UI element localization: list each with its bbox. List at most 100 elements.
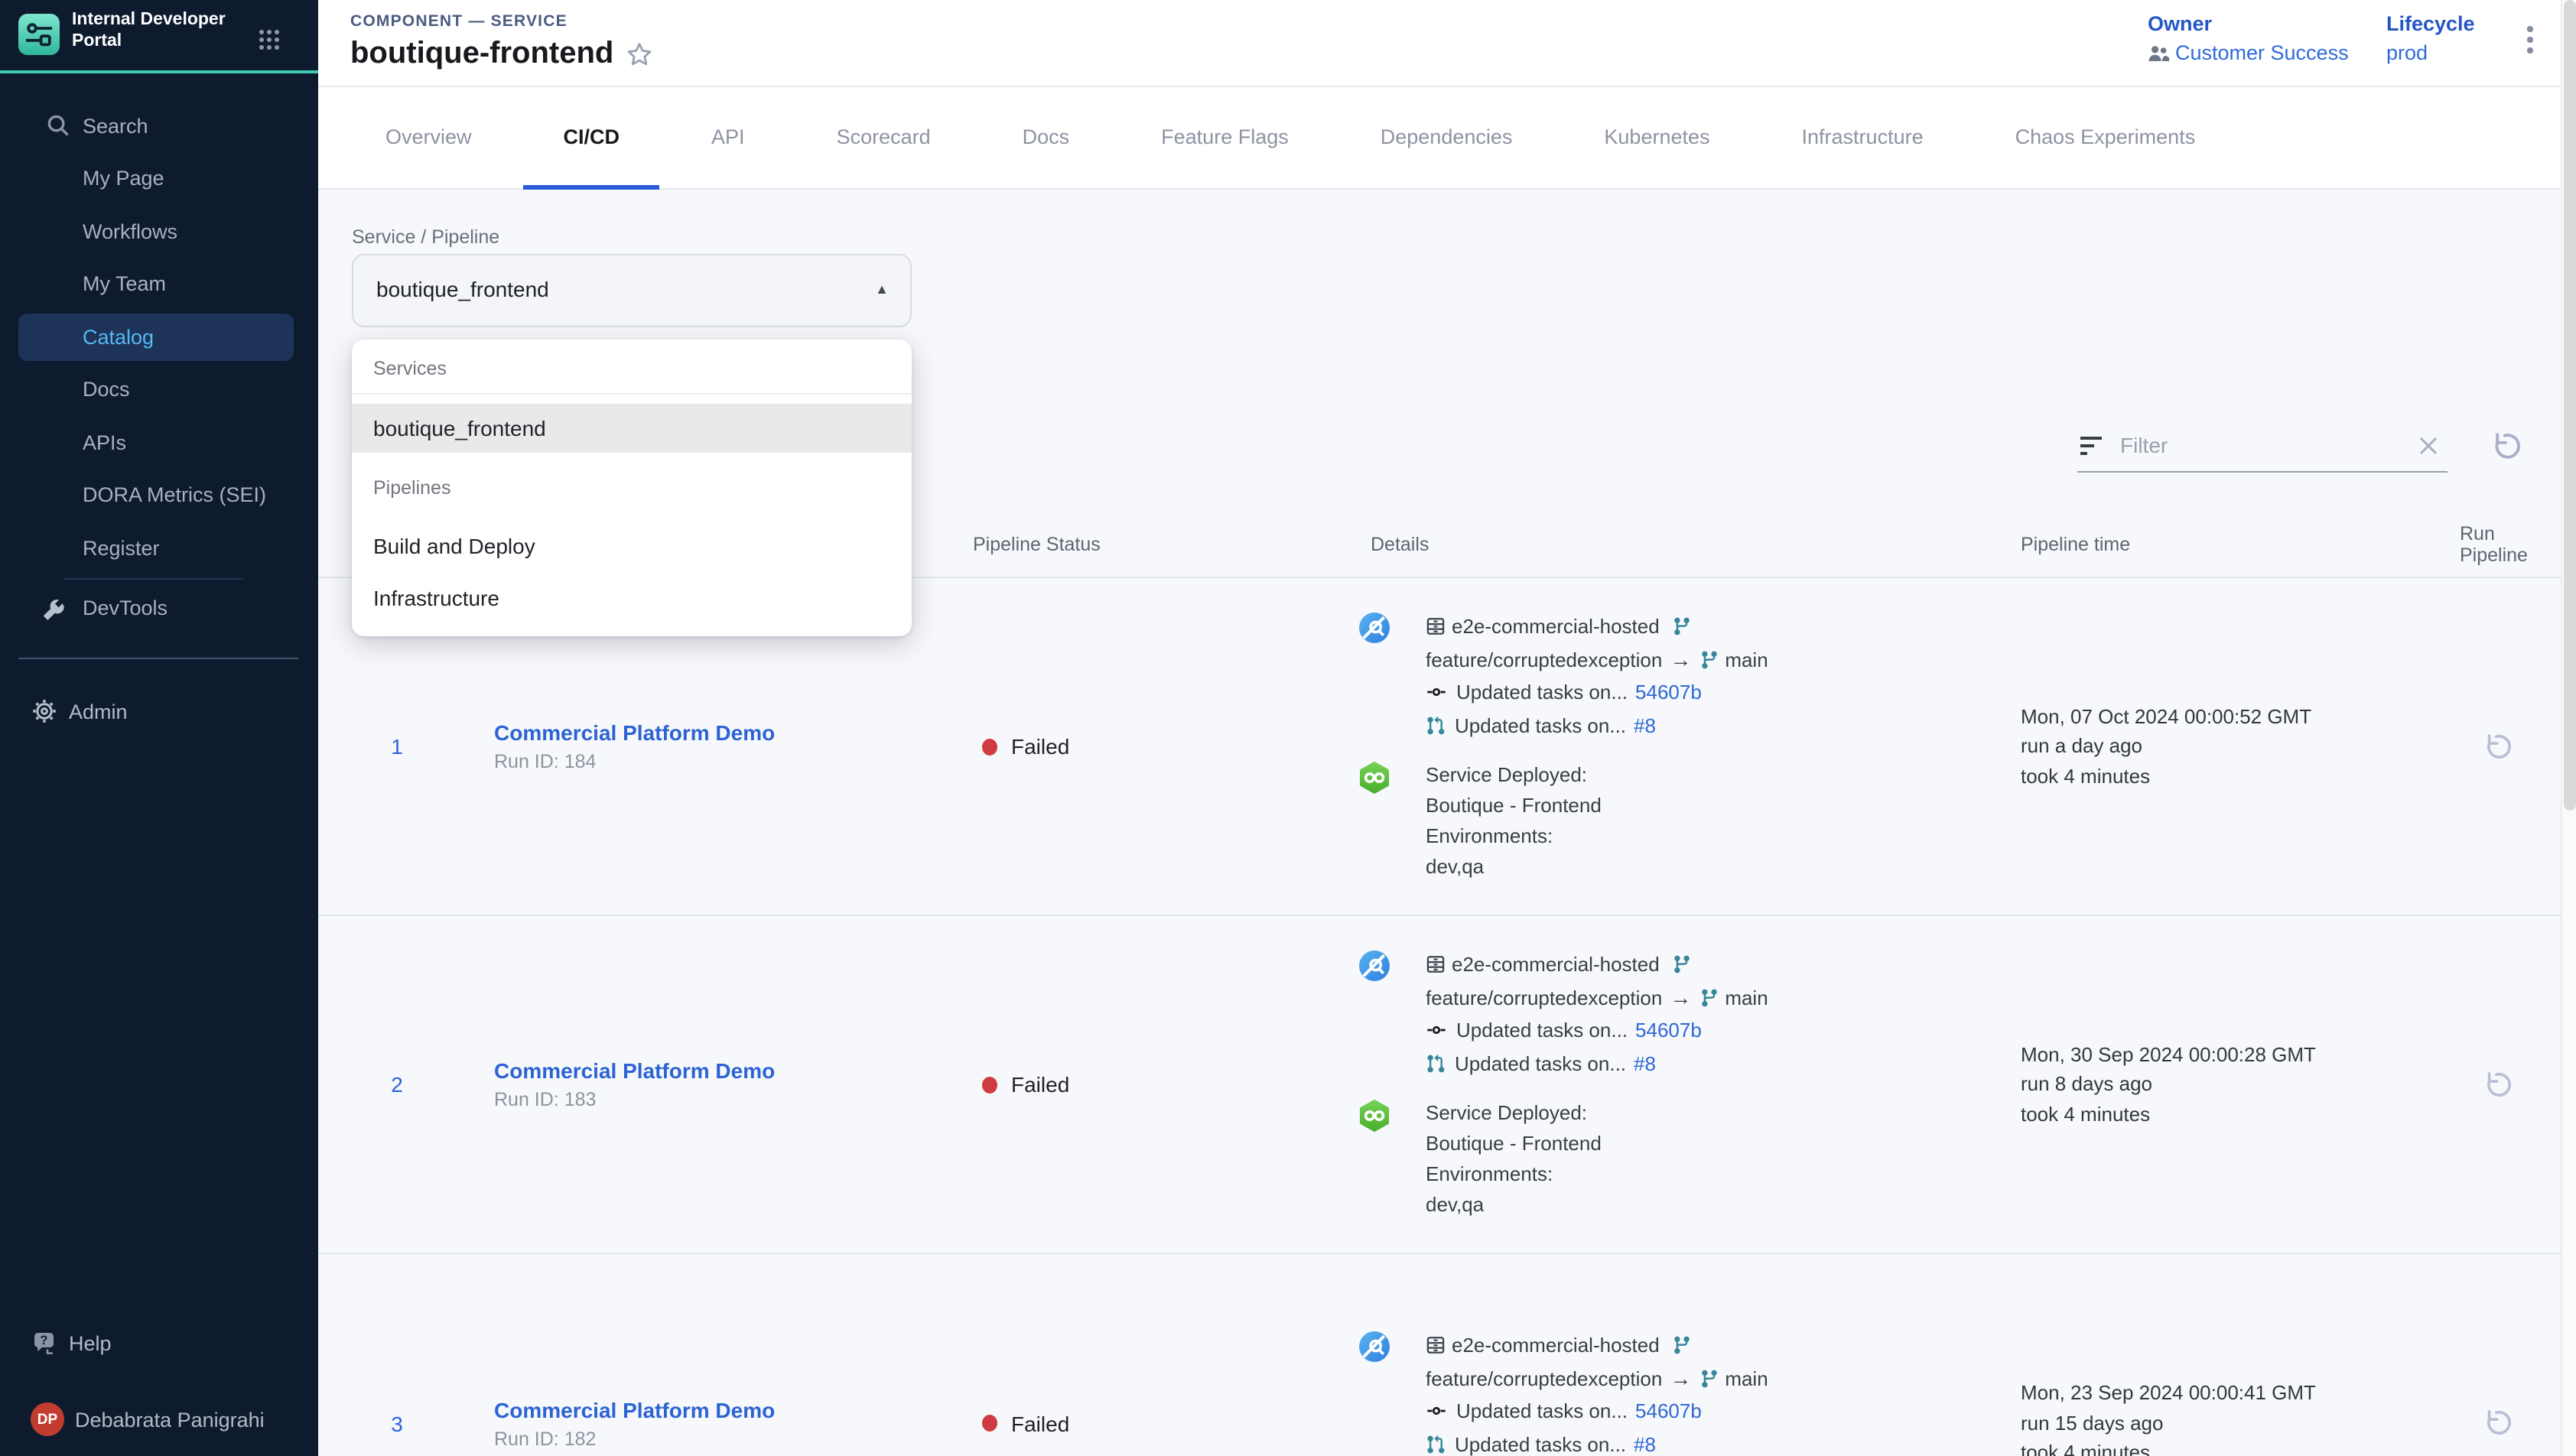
ci-module-icon (1358, 948, 1390, 1080)
col-pipeline-status: Pipeline Status (973, 533, 1352, 554)
rerun-pipeline-icon[interactable] (2479, 1407, 2511, 1439)
deploy-service: Boutique - Frontend (1426, 791, 1602, 821)
more-options-kebab-icon[interactable] (2518, 20, 2542, 60)
commit-link[interactable]: 54607b (1635, 1019, 1702, 1042)
sidebar-item-docs[interactable]: Docs (0, 363, 318, 416)
search-icon (46, 114, 70, 138)
sidebar-item-dora-metrics[interactable]: DORA Metrics (SEI) (0, 469, 318, 522)
tab-chaos-experiments[interactable]: Chaos Experiments (1976, 86, 2236, 188)
menu-option-infrastructure[interactable]: Infrastructure (352, 574, 912, 622)
filter-icon (2080, 435, 2103, 455)
clear-filter-icon[interactable] (2418, 435, 2438, 455)
tab-docs[interactable]: Docs (983, 86, 1110, 188)
branch-to[interactable]: main (1725, 1367, 1768, 1390)
branch-to[interactable]: main (1725, 986, 1768, 1009)
component-tabs: Overview CI/CD API Scorecard Docs Featur… (318, 86, 2561, 190)
failed-status-dot (982, 1415, 997, 1432)
branch-from[interactable]: feature/corruptedexception (1426, 648, 1662, 671)
pipeline-name-link[interactable]: Commercial Platform Demo (494, 720, 961, 745)
sidebar-divider (18, 658, 298, 659)
filter-input[interactable] (2117, 431, 2418, 459)
col-details: Details (1371, 533, 2021, 554)
row-index-link[interactable]: 1 (350, 734, 444, 759)
git-branch-icon (1699, 1369, 1719, 1389)
details-cell: e2e-commercial-hosted feature/corruptede… (1352, 1329, 2021, 1456)
repo-name[interactable]: e2e-commercial-hosted (1452, 1334, 1660, 1357)
status-label: Failed (1011, 1072, 1069, 1097)
rerun-pipeline-icon[interactable] (2479, 1068, 2511, 1100)
scrollbar-thumb[interactable] (2564, 0, 2576, 811)
sidebar-nav: Search My Page Workflows My Team Catalog… (0, 99, 318, 634)
menu-option-boutique-frontend[interactable]: boutique_frontend (352, 404, 912, 453)
owner-link[interactable]: Customer Success (2175, 41, 2349, 64)
svg-text:?: ? (40, 1334, 47, 1347)
cd-module-icon (1358, 1098, 1390, 1220)
chevron-up-icon: ▲ (875, 281, 889, 297)
sidebar-item-my-team[interactable]: My Team (0, 258, 318, 310)
commit-link[interactable]: 54607b (1635, 1400, 1702, 1423)
arrow-right: → (1670, 1367, 1691, 1391)
pr-message: Updated tasks on... (1455, 1433, 1626, 1456)
pr-link[interactable]: #8 (1634, 1052, 1656, 1075)
pull-request-icon (1426, 1435, 1446, 1454)
failed-status-dot (982, 738, 997, 755)
deploy-label: Service Deployed: (1426, 760, 1602, 791)
brand: Internal Developer Portal (0, 0, 318, 72)
service-pipeline-menu: Services boutique_frontend Pipelines Bui… (352, 340, 912, 636)
repo-name[interactable]: e2e-commercial-hosted (1452, 616, 1660, 639)
col-pipeline-time: Pipeline time (2021, 533, 2460, 554)
details-cell: e2e-commercial-hosted feature/corruptede… (1352, 948, 2021, 1220)
sidebar-item-apis[interactable]: APIs (0, 416, 318, 469)
commit-message: Updated tasks on... (1456, 681, 1628, 704)
tab-scorecard[interactable]: Scorecard (797, 86, 971, 188)
sidebar-item-devtools[interactable]: DevTools (0, 582, 318, 634)
sidebar-item-admin[interactable]: Admin (0, 685, 318, 737)
sidebar-item-search[interactable]: Search (0, 99, 318, 152)
pull-request-icon (1426, 716, 1446, 736)
favorite-star-icon[interactable] (626, 41, 653, 69)
lifecycle-label: Lifecycle (2386, 12, 2475, 35)
service-pipeline-select[interactable]: boutique_frontend ▲ (352, 254, 912, 327)
branch-to[interactable]: main (1725, 648, 1768, 671)
row-index-link[interactable]: 3 (350, 1411, 444, 1435)
rerun-pipeline-icon[interactable] (2479, 730, 2511, 762)
internal-developer-portal: Internal Developer Portal Search (0, 0, 2576, 1456)
menu-option-build-and-deploy[interactable]: Build and Deploy (352, 522, 912, 570)
sidebar-item-my-page[interactable]: My Page (0, 152, 318, 205)
git-branch-icon (1672, 955, 1692, 975)
failed-status-dot (982, 1076, 997, 1093)
apps-grid-icon[interactable] (257, 28, 281, 52)
sidebar-item-catalog[interactable]: Catalog (0, 310, 318, 363)
sidebar-item-help[interactable]: ? Help (0, 1317, 318, 1369)
pr-link[interactable]: #8 (1634, 1433, 1656, 1456)
pr-link[interactable]: #8 (1634, 714, 1656, 737)
repo-name[interactable]: e2e-commercial-hosted (1452, 954, 1660, 977)
menu-group-pipelines: Pipelines (352, 453, 912, 512)
commit-link[interactable]: 54607b (1635, 681, 1702, 704)
tab-cicd[interactable]: CI/CD (524, 86, 660, 188)
refresh-icon[interactable] (2487, 430, 2521, 463)
service-pipeline-label: Service / Pipeline (352, 226, 499, 248)
pipeline-name-link[interactable]: Commercial Platform Demo (494, 1058, 961, 1083)
tab-infrastructure[interactable]: Infrastructure (1762, 86, 1963, 188)
tab-feature-flags[interactable]: Feature Flags (1121, 86, 1329, 188)
tab-dependencies[interactable]: Dependencies (1341, 86, 1553, 188)
env-label: Environments: (1426, 821, 1602, 852)
git-branch-icon (1699, 988, 1719, 1008)
repository-icon (1426, 617, 1446, 637)
row-index-link[interactable]: 2 (350, 1072, 444, 1097)
deploy-label: Service Deployed: (1426, 1098, 1602, 1129)
cicd-content: Service / Pipeline boutique_frontend ▲ S… (318, 190, 2561, 1456)
tab-api[interactable]: API (672, 86, 785, 188)
owner-label: Owner (2148, 12, 2349, 35)
table-row: 2 Commercial Platform Demo Run ID: 183 F… (318, 916, 2561, 1254)
sidebar-item-workflows[interactable]: Workflows (0, 205, 318, 258)
tab-kubernetes[interactable]: Kubernetes (1564, 86, 1749, 188)
run-id: Run ID: 182 (494, 1428, 961, 1449)
pipeline-name-link[interactable]: Commercial Platform Demo (494, 1397, 961, 1422)
branch-from[interactable]: feature/corruptedexception (1426, 986, 1662, 1009)
branch-from[interactable]: feature/corruptedexception (1426, 1367, 1662, 1390)
tab-overview[interactable]: Overview (346, 86, 512, 188)
sidebar-user[interactable]: DP Debabrata Panigrahi (0, 1393, 318, 1445)
sidebar-item-register[interactable]: Register (0, 522, 318, 574)
